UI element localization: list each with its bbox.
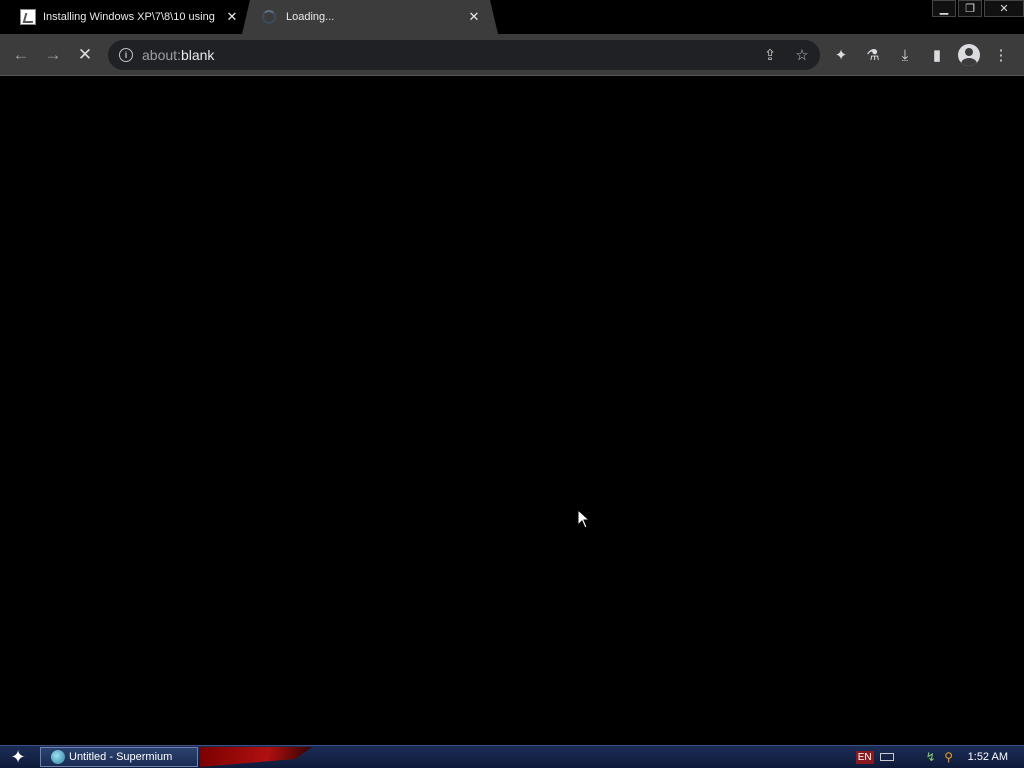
close-tab-icon[interactable]: ✕: [222, 7, 242, 27]
close-window-button[interactable]: ✕: [984, 0, 1024, 17]
mouse-cursor-icon: [577, 509, 591, 529]
taskbar: ✦ Untitled - Supermium EN ↯ ⚲ 1:52 AM: [0, 745, 1024, 768]
page-content[interactable]: [0, 77, 1024, 745]
address-bar[interactable]: i about:blank ⇪ ☆: [108, 40, 820, 70]
network-icon[interactable]: ↯: [924, 750, 938, 764]
taskbar-item-supermium[interactable]: Untitled - Supermium: [40, 747, 198, 767]
tab-strip: Installing Windows XP\7\8\10 using ✕ Loa…: [0, 0, 1024, 34]
share-icon[interactable]: ⇪: [758, 43, 782, 67]
start-button[interactable]: ✦: [4, 746, 32, 768]
url-text[interactable]: about:blank: [142, 47, 214, 63]
close-tab-icon[interactable]: ✕: [464, 7, 484, 27]
language-indicator[interactable]: EN: [855, 750, 874, 764]
download-icon[interactable]: ⤓: [892, 42, 918, 68]
stop-loading-button[interactable]: ✕: [72, 42, 98, 68]
info-icon[interactable]: i: [119, 48, 133, 62]
supermium-icon: [51, 750, 65, 764]
tab-loading[interactable]: Loading... ✕: [242, 0, 498, 34]
window-controls: ▁ ❐ ✕: [930, 0, 1024, 18]
back-button[interactable]: ←: [8, 42, 34, 68]
page-icon: [20, 9, 36, 25]
minimize-button[interactable]: ▁: [932, 0, 956, 17]
side-panel-icon[interactable]: ▮: [924, 42, 950, 68]
browser-toolbar: ← → ✕ i about:blank ⇪ ☆ ✦ ⚗ ⤓ ▮ ⋮: [0, 34, 1024, 76]
loading-spinner-icon: [262, 10, 276, 24]
forward-button[interactable]: →: [40, 42, 66, 68]
system-tray: EN ↯ ⚲ 1:52 AM: [855, 746, 1024, 768]
tab-title: Loading...: [286, 11, 335, 23]
tab-title: Installing Windows XP\7\8\10 using: [43, 11, 215, 23]
restore-button[interactable]: ❐: [958, 0, 982, 17]
tab-installing-windows[interactable]: Installing Windows XP\7\8\10 using ✕: [12, 0, 248, 34]
labs-flask-icon[interactable]: ⚗: [860, 42, 886, 68]
taskbar-decoration: [200, 747, 312, 767]
taskbar-item-label: Untitled - Supermium: [69, 751, 173, 763]
keyboard-icon[interactable]: [879, 753, 894, 761]
search-icon[interactable]: ⚲: [942, 750, 956, 764]
profile-avatar[interactable]: [956, 42, 982, 68]
menu-icon[interactable]: ⋮: [988, 42, 1014, 68]
bookmark-star-icon[interactable]: ☆: [790, 43, 814, 67]
clock[interactable]: 1:52 AM: [968, 751, 1008, 763]
extensions-icon[interactable]: ✦: [828, 42, 854, 68]
